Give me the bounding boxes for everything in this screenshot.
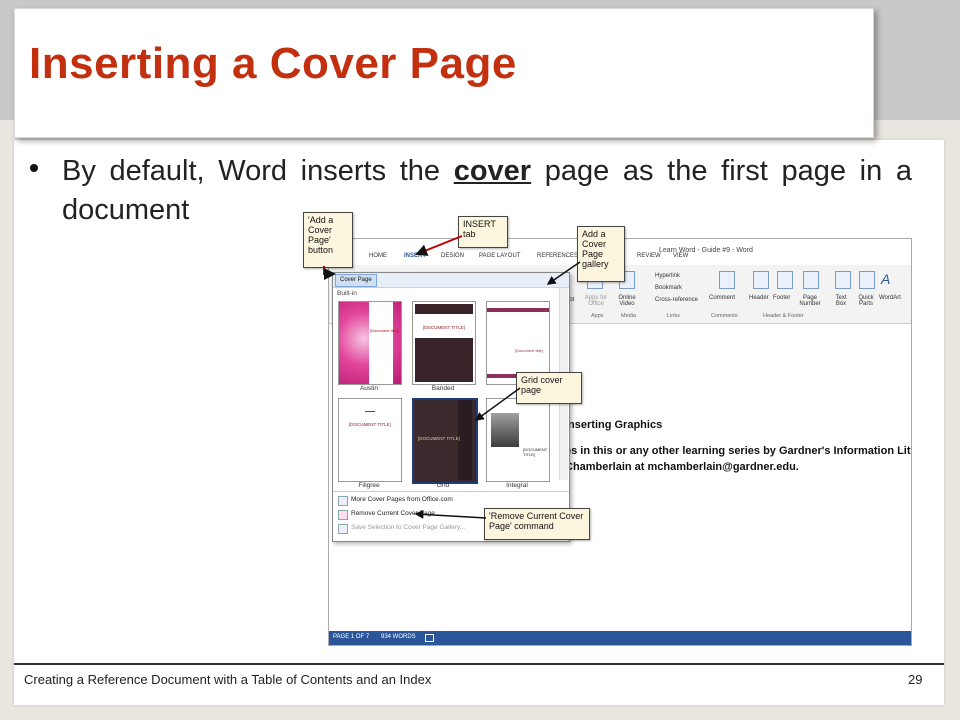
arrow-grid bbox=[474, 387, 521, 421]
footer-divider bbox=[14, 663, 944, 665]
arrow-insert-tab bbox=[415, 235, 463, 256]
page-number: 29 bbox=[908, 672, 923, 687]
arrow-gallery bbox=[546, 261, 581, 285]
arrow-remove bbox=[414, 509, 487, 519]
footer-text: Creating a Reference Document with a Tab… bbox=[24, 672, 432, 687]
arrow-add-cover bbox=[323, 266, 336, 280]
callout-arrows bbox=[323, 235, 581, 519]
